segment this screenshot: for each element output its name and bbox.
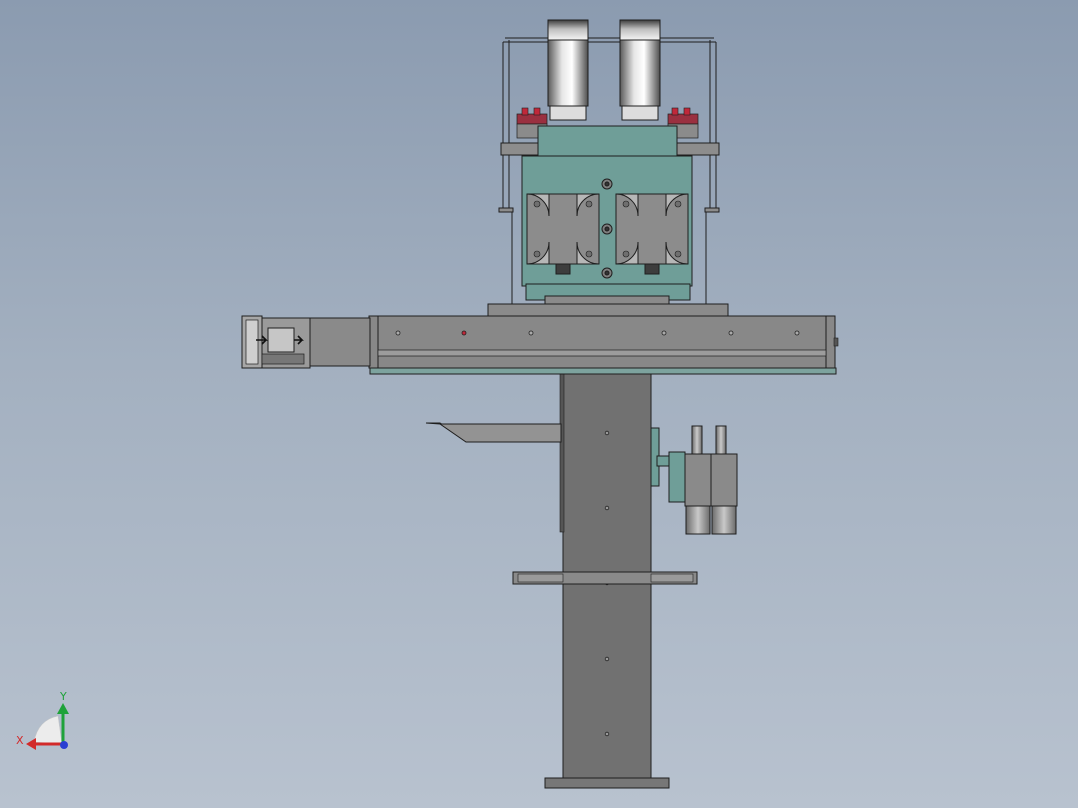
cad-graphics-viewport[interactable]: Y X (0, 0, 1078, 808)
orientation-triad[interactable]: Y X (16, 690, 69, 750)
triad-plane-icon (33, 715, 63, 745)
x-axis-label: X (16, 734, 24, 747)
cad-model-svg[interactable]: Y X (0, 0, 1078, 808)
top-motor-left[interactable] (547, 19, 589, 121)
right-cylinder-assembly[interactable] (650, 425, 738, 535)
lower-cross-bar[interactable] (512, 571, 698, 585)
z-axis-dot (60, 741, 68, 749)
top-motor-right[interactable] (619, 19, 661, 121)
horizontal-linear-rail[interactable] (368, 303, 839, 375)
y-axis-label: Y (59, 690, 67, 703)
y-axis-arrowhead (57, 703, 69, 714)
x-axis-arrowhead (26, 738, 36, 750)
left-wedge-bracket[interactable] (425, 422, 562, 443)
plate-motor-right (615, 193, 689, 275)
plate-motor-left (526, 193, 600, 275)
rail-drive-motor[interactable] (241, 315, 371, 369)
